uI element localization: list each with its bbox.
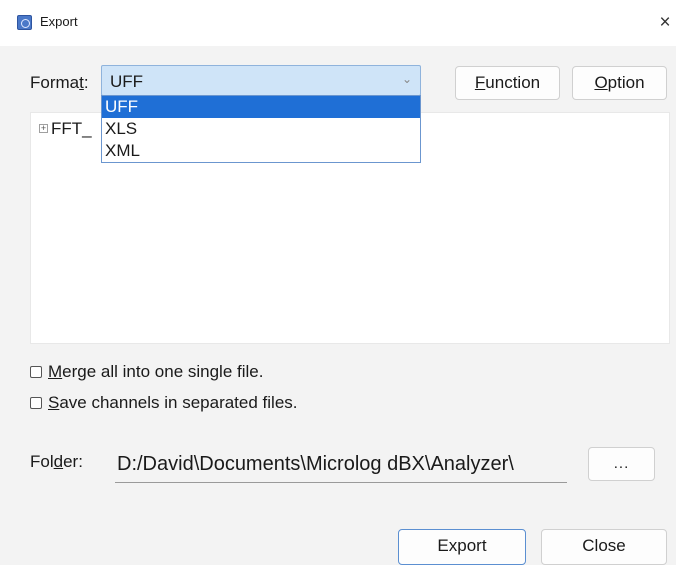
format-option-uff[interactable]: UFF xyxy=(102,96,420,118)
expand-icon[interactable]: + xyxy=(39,124,48,133)
window-title: Export xyxy=(40,14,78,29)
separate-channels-label[interactable]: Save channels in separated files. xyxy=(48,393,298,413)
merge-checkbox[interactable] xyxy=(30,366,42,378)
format-option-xls[interactable]: XLS xyxy=(102,118,420,140)
format-dropdown-list: UFF XLS XML xyxy=(101,95,421,163)
export-button[interactable]: Export xyxy=(398,529,526,565)
export-dialog: Export × Format: UFF ⌄ Function Option +… xyxy=(0,0,676,565)
title-bar: Export × xyxy=(0,0,676,46)
function-button[interactable]: Function xyxy=(455,66,560,100)
browse-button[interactable]: ... xyxy=(588,447,655,481)
format-option-xml[interactable]: XML xyxy=(102,140,420,162)
tree-item-label[interactable]: FFT_ xyxy=(51,119,92,139)
folder-path-field[interactable]: D:/David\Documents\Microlog dBX\Analyzer… xyxy=(115,447,567,483)
option-button[interactable]: Option xyxy=(572,66,667,100)
merge-label[interactable]: Merge all into one single file. xyxy=(48,362,263,382)
close-icon[interactable]: × xyxy=(654,8,676,38)
close-button[interactable]: Close xyxy=(541,529,667,565)
folder-label: Folder: xyxy=(30,452,83,471)
chevron-down-icon: ⌄ xyxy=(401,72,412,86)
separate-channels-checkbox[interactable] xyxy=(30,397,42,409)
format-label: Format: xyxy=(30,73,89,92)
format-selected-value: UFF xyxy=(110,72,144,91)
format-combobox[interactable]: UFF ⌄ xyxy=(101,65,421,96)
app-icon xyxy=(17,15,32,30)
